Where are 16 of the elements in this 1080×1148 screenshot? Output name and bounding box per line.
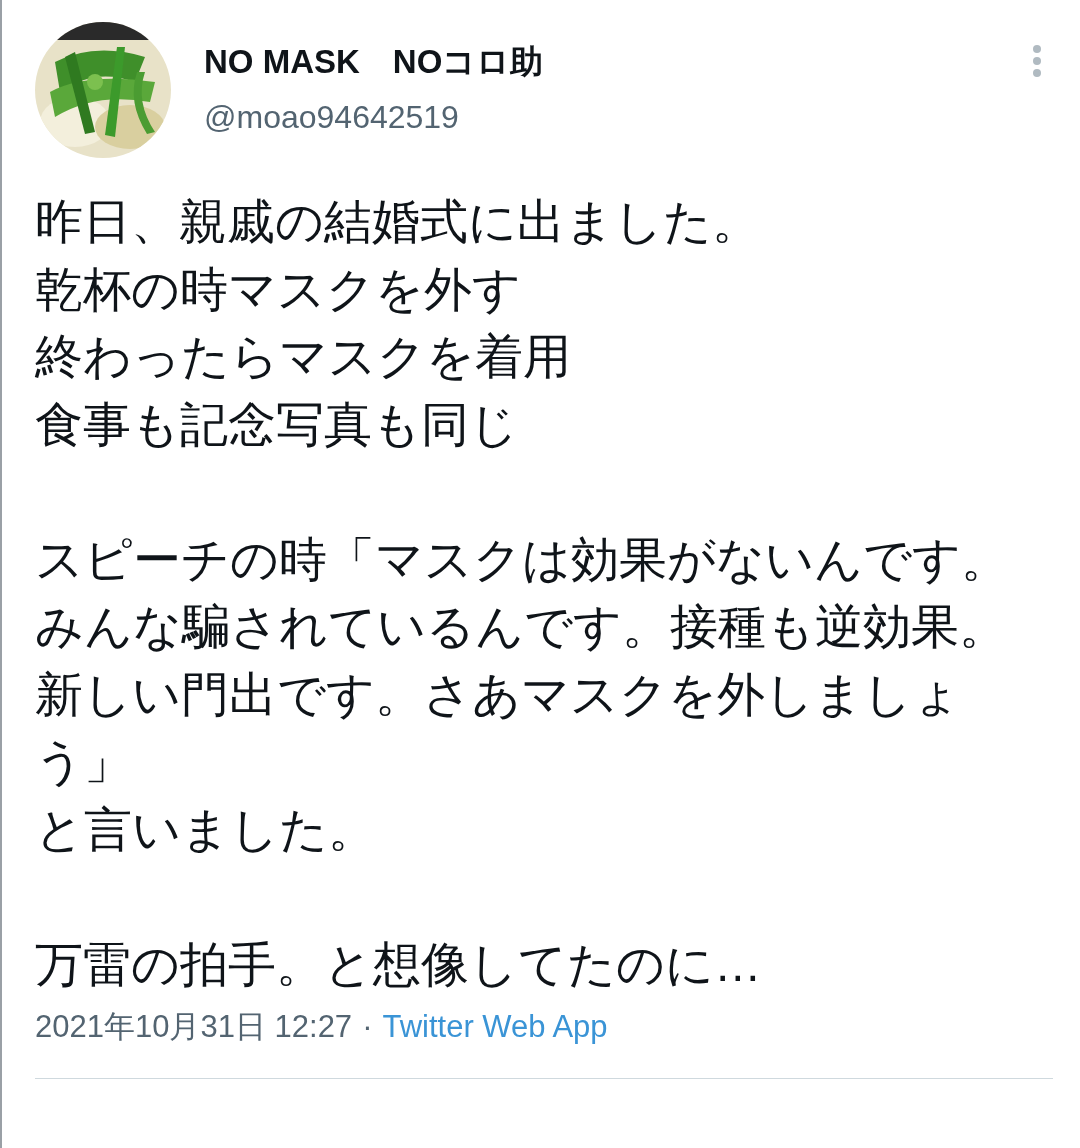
tweet-text-line: 終わったらマスクを着用 [35, 329, 571, 385]
tweet-text-line: スピーチの時「マスクは効果がないんです。 [35, 531, 1009, 588]
tweet-text-line: 乾杯の時マスクを外す [35, 261, 521, 318]
more-options-icon[interactable] [1032, 44, 1042, 78]
source-link[interactable]: Twitter Web App [382, 1009, 608, 1045]
tweet-text-line: 食事も記念写真も同じ [35, 396, 518, 453]
timestamp[interactable]: 2021年10月31日 12:27 [35, 1006, 353, 1048]
display-name[interactable]: NO MASK NOコロ助 [204, 40, 1032, 85]
user-handle[interactable]: @moao94642519 [204, 99, 1032, 136]
tweet-text-line: 万雷の拍手。と想像してたのに… [35, 936, 762, 993]
tweet-text-line: 昨日、親戚の結婚式に出ました。 [35, 194, 760, 250]
tweet-text-line: と言いました。 [35, 801, 376, 858]
tweet-text-line: 新しい門出です。さあマスクを外しましょ [35, 666, 961, 723]
tweet-text-line: う」 [35, 734, 132, 790]
tweet-text-line: みんな騙されているんです。接種も逆効果。 [35, 599, 1007, 655]
separator: · [362, 1009, 373, 1045]
